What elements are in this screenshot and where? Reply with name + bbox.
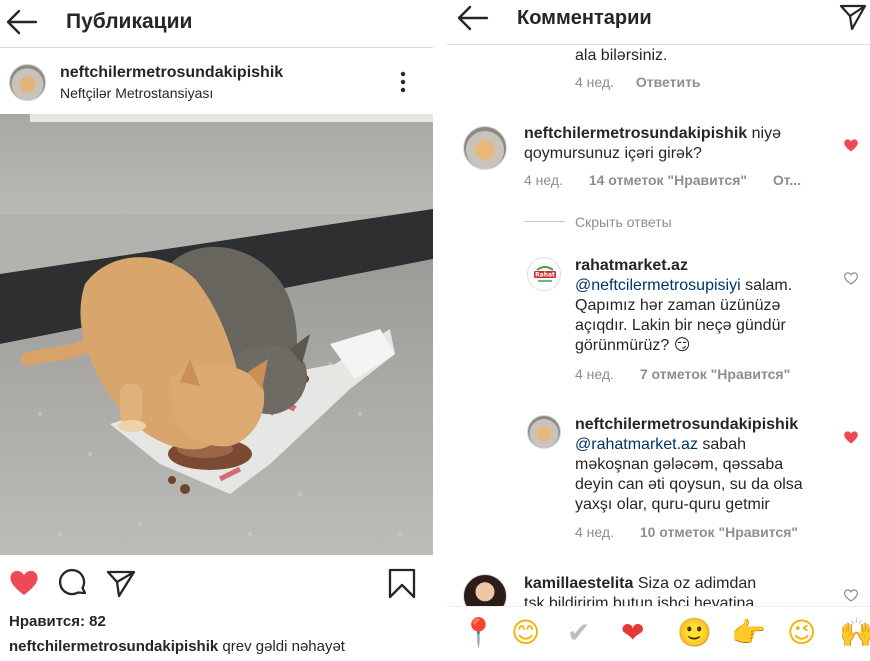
caption-username[interactable]: neftchilermetrosundakipishik — [9, 638, 218, 655]
comment-text: görünmürüz? 😏 — [575, 337, 691, 354]
comment-text: açıqdır. Lakin bir neçə gündür — [575, 317, 786, 334]
comment-meta: 4 нед. 7 отметок "Нравится" — [575, 366, 790, 382]
page-title: Комментарии — [517, 7, 652, 29]
comment-text: Siza oz adimdan — [633, 575, 757, 592]
back-arrow-icon[interactable] — [6, 8, 38, 36]
emoji-smile[interactable]: 😊 — [511, 617, 540, 649]
comment-time: 4 нед. — [575, 74, 614, 90]
emoji-check[interactable]: ✔ — [567, 617, 590, 649]
comment-body: rahatmarket.az @neftcilermetrosupisiyi s… — [575, 256, 845, 356]
avatar[interactable] — [527, 415, 561, 449]
emoji-raised-hands[interactable]: 🙌 — [839, 617, 870, 649]
comment-time: 4 нед. — [575, 366, 614, 382]
post-author-row: neftchilermetrosundakipishik Neftçilər M… — [0, 52, 433, 112]
post-header-bar: Публикации — [0, 0, 433, 48]
comment-text: qoymursunuz içəri girək? — [524, 145, 702, 162]
comment-username[interactable]: rahatmarket.az — [575, 257, 688, 274]
reply-button[interactable]: Ответить — [636, 74, 701, 90]
post-location[interactable]: Neftçilər Metrostansiyası — [60, 85, 213, 101]
emoji-slight-smile[interactable]: 🙂 — [677, 617, 712, 649]
comment-username[interactable]: neftchilermetrosundakipishik — [575, 416, 798, 433]
comment-text: yaxşı olar, quru-quru getmir — [575, 496, 770, 513]
comment-text: Qapımız hər zaman üzünüzə — [575, 297, 781, 314]
caption-text: qrev gəldi nəhayət — [222, 638, 345, 655]
post-caption: neftchilermetrosundakipishik qrev gəldi … — [9, 638, 345, 655]
heart-outline-icon[interactable] — [843, 270, 859, 286]
comment-text: sabah — [697, 436, 746, 453]
comment-time: 4 нед. — [524, 172, 563, 188]
comment-username[interactable]: kamillaestelita — [524, 575, 633, 592]
comment-text: deyin can əti qoysun, su da olsa — [575, 476, 803, 493]
like-count[interactable]: Нравится: 82 — [9, 613, 106, 630]
comment-body: neftchilermetrosundakipishik niyə qoymur… — [524, 124, 824, 164]
divider — [524, 221, 565, 222]
comment-body: neftchilermetrosundakipishik @rahatmarke… — [575, 415, 850, 515]
comment-text: salam. — [740, 277, 793, 294]
comment-text: ala bilərsiniz. — [575, 47, 668, 64]
emoji-heart[interactable]: ❤ — [621, 617, 644, 649]
post-actions-bar — [0, 563, 433, 603]
emoji-wink[interactable]: 😉 — [787, 617, 816, 649]
reply-button[interactable]: От... — [773, 172, 801, 188]
comment-likes[interactable]: 14 отметок "Нравится" — [589, 172, 747, 188]
comment-mention[interactable]: @rahatmarket.az — [575, 436, 698, 453]
comment-text: məkoşnan gələcəm, qəssaba — [575, 456, 784, 473]
heart-filled-icon[interactable] — [843, 429, 859, 445]
heart-filled-icon[interactable] — [843, 137, 859, 153]
comments-header-bar: Комментарии — [447, 0, 870, 45]
heart-outline-icon[interactable] — [843, 587, 859, 603]
comment-mention[interactable]: @neftcilermetrosupisiyi — [575, 277, 741, 294]
post-photo[interactable] — [0, 114, 433, 555]
heart-filled-icon[interactable] — [8, 567, 40, 599]
hide-replies-button[interactable]: Скрыть ответы — [575, 214, 672, 230]
comments-view: Комментарии ala bilərsiniz. 4 нед. Ответ… — [447, 0, 870, 661]
comment-text: niyə — [747, 125, 781, 142]
rahat-logo-icon: Rahat — [534, 266, 556, 282]
post-username[interactable]: neftchilermetrosundakipishik — [60, 64, 283, 82]
comment-meta: 4 нед. Ответить — [575, 74, 701, 90]
share-icon[interactable] — [105, 567, 137, 599]
avatar[interactable] — [463, 126, 507, 170]
comment-meta: 4 нед. 10 отметок "Нравится" — [575, 524, 798, 540]
emoji-point-right[interactable]: 👉 — [731, 617, 766, 649]
bookmark-icon[interactable] — [386, 567, 418, 599]
comment-icon[interactable] — [57, 567, 89, 599]
post-view: Публикации neftchilermetrosundakipishik … — [0, 0, 433, 661]
emoji-pin[interactable]: 📍 — [461, 617, 496, 649]
comment-likes[interactable]: 10 отметок "Нравится" — [640, 524, 798, 540]
emoji-quick-bar: 📍 😊 ✔ ❤ 🙂 👉 😉 🙌 — [447, 606, 870, 661]
rahat-logo-text: Rahat — [535, 272, 555, 279]
avatar[interactable]: Rahat — [527, 257, 561, 291]
comment-time: 4 нед. — [575, 524, 614, 540]
page-title: Публикации — [66, 10, 193, 33]
send-icon[interactable] — [839, 3, 867, 31]
avatar[interactable] — [9, 64, 46, 101]
more-vertical-icon[interactable] — [395, 70, 411, 94]
comment-likes[interactable]: 7 отметок "Нравится" — [640, 366, 790, 382]
back-arrow-icon[interactable] — [457, 5, 489, 31]
comment-username[interactable]: neftchilermetrosundakipishik — [524, 125, 747, 142]
comment-meta: 4 нед. 14 отметок "Нравится" От... — [524, 172, 801, 188]
